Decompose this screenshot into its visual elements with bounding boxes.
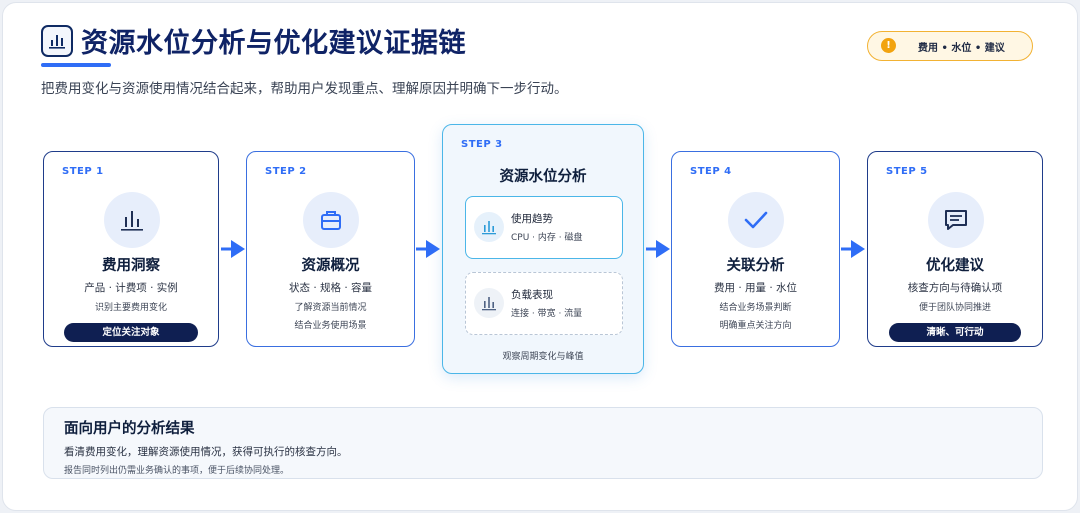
load-performance-title: 负载表现 xyxy=(511,289,553,301)
topic-tag-label: 费用 • 水位 • 建议 xyxy=(918,43,1005,54)
step-3-title: 资源水位分析 xyxy=(499,169,587,185)
bar-chart-icon xyxy=(474,288,504,318)
step-5-title: 优化建议 xyxy=(926,258,984,274)
step-4-note-2: 明确重点关注方向 xyxy=(719,321,792,331)
load-performance-card: 负载表现 连接 · 带宽 · 流量 xyxy=(465,272,623,335)
step-1-note: 识别主要费用变化 xyxy=(94,303,167,313)
title-underline xyxy=(41,63,111,67)
step-5-label: STEP 5 xyxy=(886,166,928,177)
usage-trend-title: 使用趋势 xyxy=(511,213,553,225)
main-card: 资源水位分析与优化建议证据链 把费用变化与资源使用情况结合起来，帮助用户发现重点… xyxy=(2,2,1078,511)
arrow-1-icon xyxy=(221,240,245,258)
step-4-note-1: 结合业务场景判断 xyxy=(719,303,792,313)
step-1-card: STEP 1 费用洞察 产品 · 计费项 · 实例 识别主要费用变化 定位关注对… xyxy=(43,151,219,347)
chart-logo-icon xyxy=(41,25,73,57)
step-2-title: 资源概况 xyxy=(301,258,360,274)
check-icon xyxy=(728,192,784,248)
step-2-label: STEP 2 xyxy=(265,166,307,177)
step-3-label: STEP 3 xyxy=(461,139,503,150)
page-subtitle: 把费用变化与资源使用情况结合起来，帮助用户发现重点、理解原因并明确下一步行动。 xyxy=(41,81,568,97)
arrow-3-icon xyxy=(646,240,670,258)
arrow-4-icon xyxy=(841,240,865,258)
step-3-note: 观察周期变化与峰值 xyxy=(502,352,584,362)
usage-trend-card: 使用趋势 CPU · 内存 · 磁盘 xyxy=(465,196,623,259)
step-2-card: STEP 2 资源概况 状态 · 规格 · 容量 了解资源当前情况 结合业务使用… xyxy=(246,151,415,347)
step-1-title: 费用洞察 xyxy=(102,258,160,274)
step-4-label: STEP 4 xyxy=(690,166,732,177)
bar-chart-icon xyxy=(474,212,504,242)
result-title: 面向用户的分析结果 xyxy=(64,421,195,437)
load-performance-desc: 连接 · 带宽 · 流量 xyxy=(511,309,583,319)
step-4-title: 关联分析 xyxy=(726,258,785,274)
step-5-card: STEP 5 优化建议 核查方向与待确认项 便于团队协同推进 清晰、可行动 xyxy=(867,151,1043,347)
step-4-card: STEP 4 关联分析 费用 · 用量 · 水位 结合业务场景判断 明确重点关注… xyxy=(671,151,840,347)
step-1-subtitle: 产品 · 计费项 · 实例 xyxy=(84,282,178,294)
message-icon xyxy=(928,192,984,248)
step-1-pill: 定位关注对象 xyxy=(64,323,198,342)
step-2-subtitle: 状态 · 规格 · 容量 xyxy=(288,282,373,294)
result-line-1: 看清费用变化，理解资源使用情况，获得可执行的核查方向。 xyxy=(64,446,348,458)
step-5-note: 便于团队协同推进 xyxy=(918,303,991,313)
step-3-card: STEP 3 资源水位分析 使用趋势 CPU · 内存 · 磁盘 负载表现 连接… xyxy=(442,124,644,374)
result-line-2: 报告同时列出仍需业务确认的事项，便于后续协同处理。 xyxy=(64,466,290,476)
step-5-subtitle: 核查方向与待确认项 xyxy=(907,282,1003,294)
step-2-note-1: 了解资源当前情况 xyxy=(294,303,367,313)
bar-chart-icon xyxy=(104,192,160,248)
topic-tag: ! 费用 • 水位 • 建议 xyxy=(867,31,1033,61)
step-5-pill: 清晰、可行动 xyxy=(889,323,1021,342)
result-panel: 面向用户的分析结果 看清费用变化，理解资源使用情况，获得可执行的核查方向。 报告… xyxy=(43,407,1043,479)
briefcase-icon xyxy=(303,192,359,248)
step-1-label: STEP 1 xyxy=(62,166,104,177)
page-title: 资源水位分析与优化建议证据链 xyxy=(81,28,466,59)
step-4-subtitle: 费用 · 用量 · 水位 xyxy=(713,282,798,294)
step-2-note-2: 结合业务使用场景 xyxy=(294,321,367,331)
usage-trend-desc: CPU · 内存 · 磁盘 xyxy=(511,233,583,243)
warning-icon: ! xyxy=(881,38,896,53)
arrow-2-icon xyxy=(416,240,440,258)
